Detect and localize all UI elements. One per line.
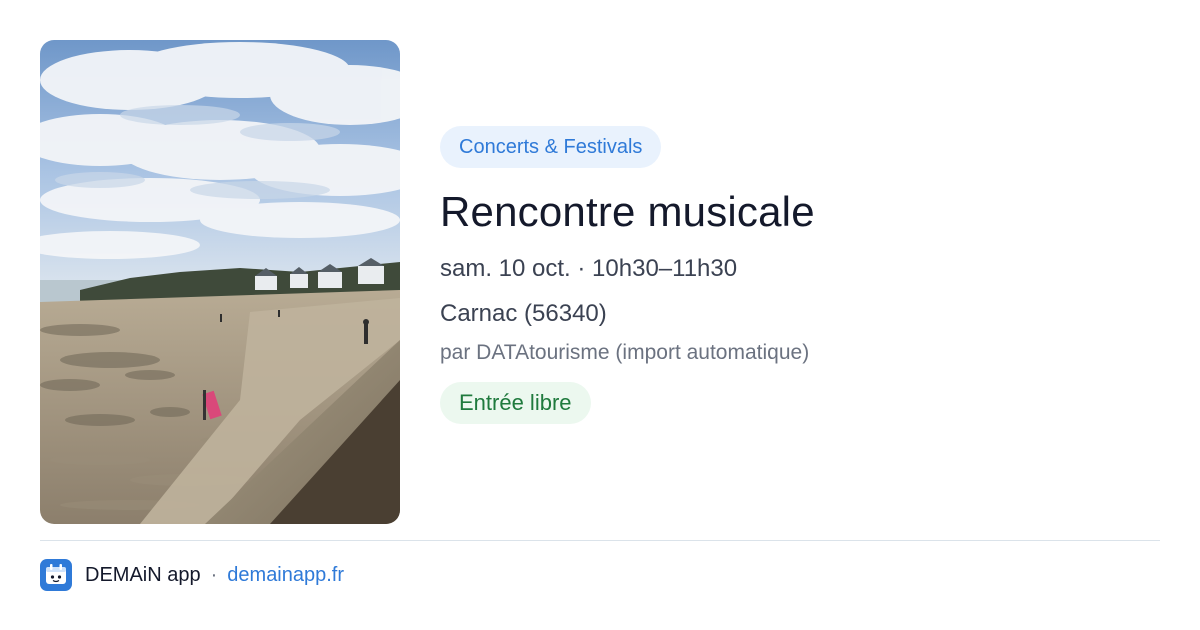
event-title: Rencontre musicale <box>440 188 815 235</box>
footer-separator: · <box>210 563 218 586</box>
event-location: Carnac (56340) <box>440 300 607 327</box>
footer-divider <box>40 540 1160 541</box>
event-info: Concerts & Festivals Rencontre musicale … <box>440 126 1160 424</box>
event-source: par DATAtourisme (import automatique) <box>440 341 810 364</box>
category-badge[interactable]: Concerts & Festivals <box>440 126 662 168</box>
app-url-link[interactable]: demainapp.fr <box>227 564 344 587</box>
app-name: DEMAiN app <box>85 563 201 586</box>
demain-app-icon <box>40 559 72 591</box>
event-photo <box>40 40 400 524</box>
price-badge: Entrée libre <box>440 382 591 424</box>
event-card: Concerts & Festivals Rencontre musicale … <box>0 0 1200 630</box>
event-datetime: sam. 10 oct. · 10h30–11h30 <box>440 255 738 282</box>
footer: DEMAiN app · demainapp.fr <box>40 558 344 592</box>
